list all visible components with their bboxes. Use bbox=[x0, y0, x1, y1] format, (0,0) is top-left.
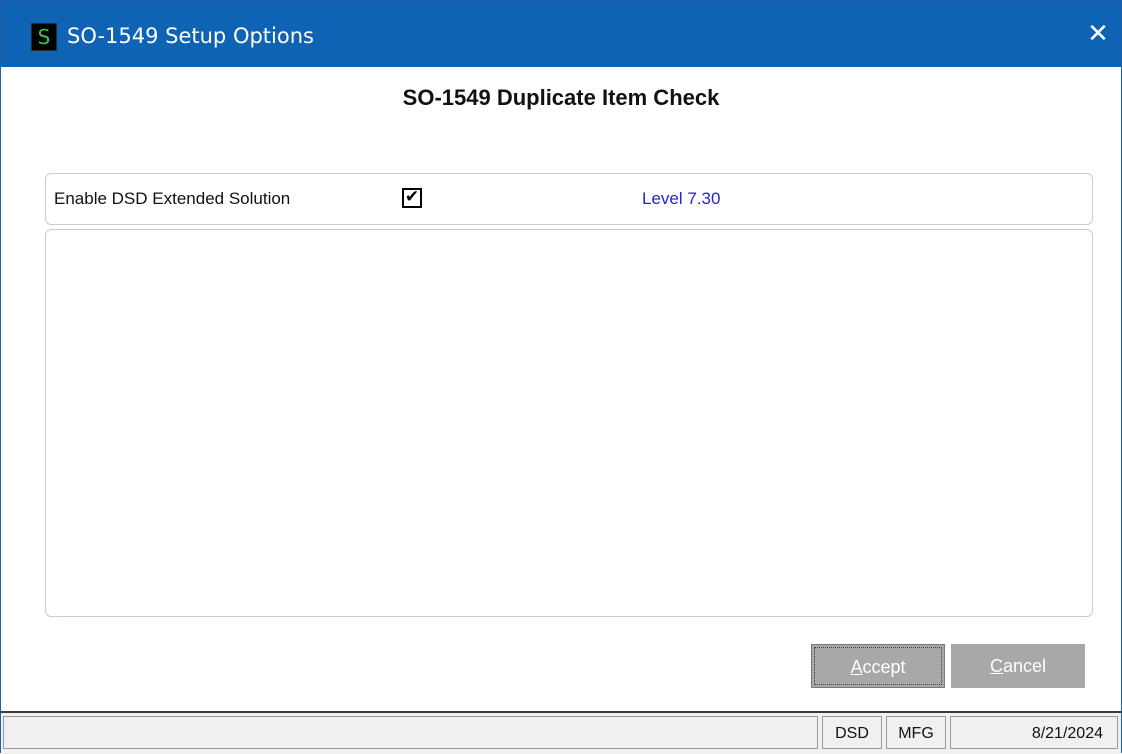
cancel-label: ancel bbox=[1002, 656, 1047, 676]
enable-extended-solution-label: Enable DSD Extended Solution bbox=[54, 189, 291, 208]
window-title: SO-1549 Setup Options bbox=[67, 24, 314, 48]
status-company-dsd: DSD bbox=[822, 716, 882, 749]
level-info: Level 7.30 bbox=[642, 189, 720, 209]
checkmark-icon: ✔ bbox=[404, 187, 420, 207]
enable-extended-solution-checkbox[interactable]: ✔ bbox=[402, 187, 422, 208]
cancel-mnemonic: C bbox=[989, 656, 1003, 676]
close-button[interactable]: ✕ bbox=[1075, 1, 1121, 67]
app-s-icon: S bbox=[31, 23, 57, 51]
options-panel bbox=[45, 229, 1093, 617]
level-value: 7.30 bbox=[687, 189, 721, 208]
close-icon: ✕ bbox=[1087, 19, 1109, 49]
setup-options-window: S SO-1549 Setup Options ✕ SO-1549 Duplic… bbox=[0, 0, 1122, 754]
accept-label: ccept bbox=[862, 657, 906, 677]
accept-button[interactable]: Accept bbox=[811, 644, 945, 688]
status-module-mfg: MFG bbox=[886, 716, 946, 749]
settings-panel: Enable DSD Extended Solution ✔ Level 7.3… bbox=[45, 173, 1093, 225]
status-message bbox=[3, 716, 818, 749]
cancel-button[interactable]: Cancel bbox=[951, 644, 1085, 688]
app-icon-letter: S bbox=[37, 25, 51, 49]
level-label: Level bbox=[642, 189, 683, 208]
status-date: 8/21/2024 bbox=[950, 716, 1118, 749]
accept-mnemonic: A bbox=[850, 657, 863, 677]
page-heading: SO-1549 Duplicate Item Check bbox=[402, 85, 720, 110]
status-bar: DSD MFG 8/21/2024 bbox=[1, 711, 1121, 754]
title-bar[interactable]: S SO-1549 Setup Options ✕ bbox=[1, 1, 1121, 67]
